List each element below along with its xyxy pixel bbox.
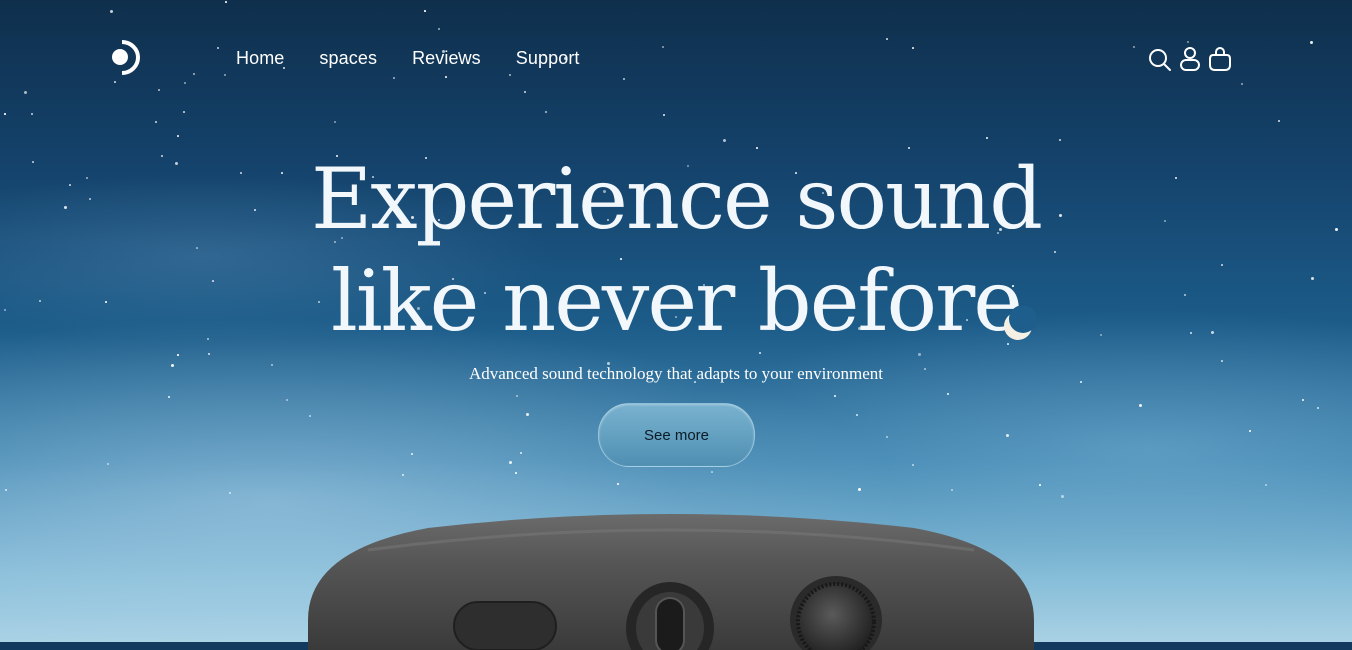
nav-item-spaces[interactable]: spaces xyxy=(319,48,377,69)
header-actions xyxy=(1148,46,1232,72)
top-navigation: Home spaces Reviews Support xyxy=(0,0,1352,120)
brand-logo[interactable] xyxy=(108,38,140,78)
see-more-button[interactable]: See more xyxy=(598,403,755,467)
nav-item-home[interactable]: Home xyxy=(236,48,284,69)
crescent-moon-icon xyxy=(1004,306,1037,340)
hero-title-line-1: Experience sound xyxy=(310,150,1043,248)
hero-title: Experience sound like never before xyxy=(0,148,1352,352)
user-icon[interactable] xyxy=(1178,46,1202,72)
nav-item-reviews[interactable]: Reviews xyxy=(412,48,481,69)
hero-subtitle: Advanced sound technology that adapts to… xyxy=(468,364,884,383)
hero-title-line-2: like never before xyxy=(331,252,1023,350)
speaker-device-image xyxy=(308,514,1034,650)
bag-icon[interactable] xyxy=(1208,46,1232,72)
main-menu: Home spaces Reviews Support xyxy=(236,48,580,69)
nav-item-support[interactable]: Support xyxy=(516,48,580,69)
search-icon[interactable] xyxy=(1148,46,1172,72)
